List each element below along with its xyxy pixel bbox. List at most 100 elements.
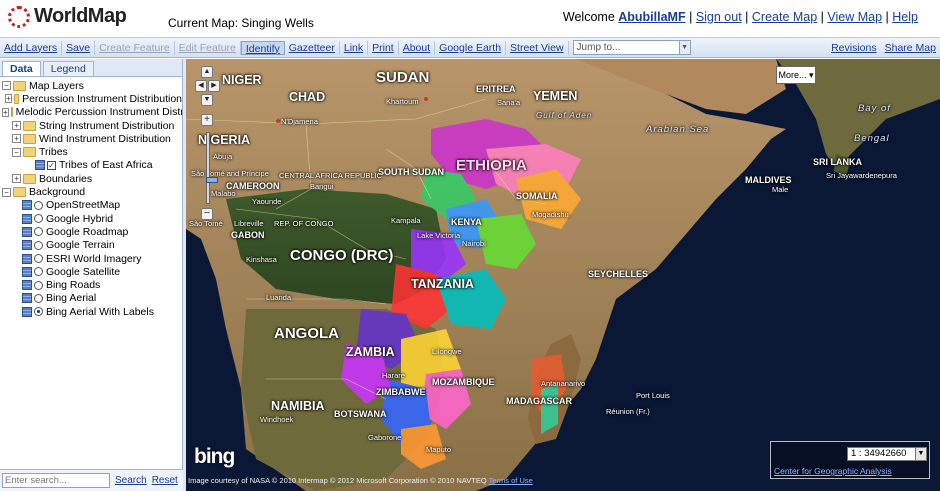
tree-node-layer-group[interactable]: + Wind Instrument Distribution	[2, 132, 182, 145]
view-map-link[interactable]: View Map	[827, 10, 882, 24]
edit-feature-button[interactable]: Edit Feature	[175, 40, 241, 55]
basemap-option[interactable]: ESRI World Imagery	[2, 252, 182, 265]
tree-label: Bing Aerial	[46, 292, 97, 305]
street-view-button[interactable]: Street View	[506, 40, 569, 55]
scale-value: 1 : 34942660	[851, 448, 907, 459]
tree-node-layer-group[interactable]: + String Instrument Distribution	[2, 119, 182, 132]
map-label-lake: Lake Victoria	[417, 231, 461, 240]
panel-tabs: Data Legend	[0, 59, 182, 77]
google-earth-button[interactable]: Google Earth	[435, 40, 507, 55]
map-label-country: CHAD	[289, 90, 326, 104]
map-label-city: Maputo	[426, 445, 452, 454]
collapse-icon[interactable]: −	[12, 147, 21, 157]
pan-up-button[interactable]: ▲	[201, 66, 213, 78]
add-layers-button[interactable]: Add Layers	[0, 40, 63, 55]
search-input[interactable]	[2, 473, 110, 488]
create-map-link[interactable]: Create Map	[752, 10, 817, 24]
scale-select[interactable]: 1 : 34942660 ▼	[847, 447, 927, 461]
pan-right-button[interactable]: ▶	[208, 80, 220, 92]
tree-label: OpenStreetMap	[46, 199, 121, 212]
revisions-button[interactable]: Revisions	[827, 41, 881, 55]
print-button[interactable]: Print	[368, 40, 399, 55]
tree-node-layer-group[interactable]: + Percussion Instrument Distribution	[2, 92, 182, 105]
cga-link[interactable]: Center for Geographic Analysis	[774, 466, 892, 476]
basemap-radio[interactable]	[34, 267, 43, 277]
tree-node-map-layers[interactable]: − Map Layers	[2, 79, 182, 92]
user-links: Welcome AbubillaMF | Sign out | Create M…	[563, 10, 918, 24]
zoom-out-button[interactable]: −	[201, 208, 213, 220]
basemap-radio[interactable]	[34, 227, 43, 237]
tree-node-background[interactable]: − Background	[2, 185, 182, 198]
reset-button[interactable]: Reset	[152, 475, 178, 486]
terms-of-use-link[interactable]: Terms of Use	[489, 476, 533, 485]
basemap-radio[interactable]	[34, 280, 43, 290]
pan-down-button[interactable]: ▼	[201, 94, 213, 106]
basemap-option[interactable]: Bing Roads	[2, 278, 182, 291]
zoom-slider[interactable]	[206, 132, 218, 204]
sign-out-link[interactable]: Sign out	[696, 10, 742, 24]
share-map-button[interactable]: Share Map	[881, 41, 940, 55]
basemap-radio[interactable]	[34, 254, 43, 263]
basemap-radio-selected[interactable]	[34, 307, 43, 317]
layer-icon	[22, 306, 32, 317]
expand-icon[interactable]: +	[5, 94, 12, 104]
help-link[interactable]: Help	[892, 10, 918, 24]
worldmap-logo[interactable]: WorldMap	[8, 5, 127, 28]
pan-zoom-control: ▲ ◀ ▶ ▼ + −	[195, 66, 241, 226]
basemap-radio[interactable]	[34, 214, 43, 224]
layer-checkbox[interactable]: ✓	[47, 160, 56, 170]
link-button[interactable]: Link	[340, 40, 369, 55]
tree-label: Bing Roads	[46, 279, 101, 292]
map-label-city: Windhoek	[260, 415, 294, 424]
identify-button[interactable]: Identify	[240, 40, 285, 55]
tree-node-tribes[interactable]: − Tribes	[2, 145, 182, 158]
more-layers-button[interactable]: More... ▾	[776, 66, 816, 84]
tree-node-boundaries[interactable]: + Boundaries	[2, 172, 182, 185]
username-link[interactable]: AbubillaMF	[618, 10, 685, 24]
save-button[interactable]: Save	[62, 40, 96, 55]
pan-left-button[interactable]: ◀	[195, 80, 207, 92]
tree-node-layer-group[interactable]: + Melodic Percussion Instrument Distribu…	[2, 106, 182, 119]
create-feature-button[interactable]: Create Feature	[95, 40, 175, 55]
tab-legend[interactable]: Legend	[42, 61, 94, 76]
search-button[interactable]: Search	[115, 475, 147, 486]
zoom-in-button[interactable]: +	[201, 114, 213, 126]
map-label-country: SEYCHELLES	[588, 269, 649, 279]
map-label-country: YEMEN	[533, 89, 578, 103]
collapse-icon[interactable]: −	[2, 81, 11, 91]
basemap-option[interactable]: Google Satellite	[2, 265, 182, 278]
expand-icon[interactable]: +	[12, 121, 21, 131]
expand-icon[interactable]: +	[12, 174, 21, 184]
map-label-country: CENTRAL AFRICA REPUBLIC	[279, 171, 383, 180]
gazetteer-button[interactable]: Gazetteer	[285, 40, 340, 55]
jump-to-placeholder: Jump to...	[576, 42, 621, 53]
basemap-radio[interactable]	[34, 293, 43, 303]
basemap-option-selected[interactable]: Bing Aerial With Labels	[2, 305, 182, 318]
layer-icon	[22, 253, 32, 264]
tree-label: Google Satellite	[46, 265, 121, 278]
tree-node-tribes-of-east-africa[interactable]: ✓ Tribes of East Africa	[2, 159, 182, 172]
tab-data[interactable]: Data	[2, 61, 41, 76]
jump-to-select[interactable]: Jump to... ▼	[572, 40, 691, 55]
zoom-slider-handle[interactable]	[206, 177, 218, 183]
layer-panel: Data Legend − Map Layers + Percussion In…	[0, 59, 183, 491]
tree-label: Background	[29, 186, 86, 199]
collapse-icon[interactable]: −	[2, 187, 11, 197]
tree-label: Wind Instrument Distribution	[39, 132, 171, 145]
basemap-option[interactable]: Bing Aerial	[2, 292, 182, 305]
basemap-option[interactable]: OpenStreetMap	[2, 199, 182, 212]
about-button[interactable]: About	[399, 40, 436, 55]
map-label-city: Mogadishu	[532, 210, 569, 219]
basemap-option[interactable]: Google Hybrid	[2, 212, 182, 225]
scale-control: 1 : 34942660 ▼ Center for Geographic Ana…	[770, 441, 930, 479]
basemap-radio[interactable]	[34, 240, 43, 250]
basemap-radio[interactable]	[34, 200, 43, 210]
basemap-option[interactable]: Google Roadmap	[2, 225, 182, 238]
expand-icon[interactable]: +	[2, 107, 9, 117]
separator: |	[882, 10, 893, 24]
bing-logo: bing	[194, 445, 235, 468]
basemap-option[interactable]: Google Terrain	[2, 239, 182, 252]
map-viewport[interactable]: SUDAN CHAD NIGER YEMEN ERITREA NIGERIA E…	[186, 59, 940, 491]
map-label-country: SUDAN	[376, 69, 430, 86]
expand-icon[interactable]: +	[12, 134, 21, 144]
